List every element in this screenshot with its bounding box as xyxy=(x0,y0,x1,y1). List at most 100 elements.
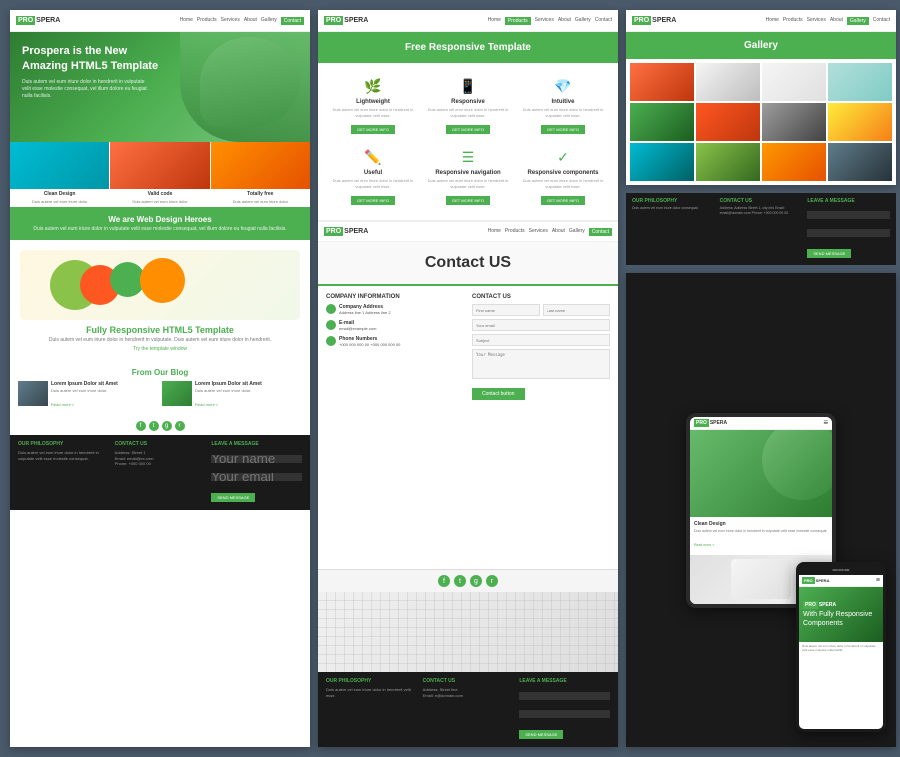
green-banner-sub: Duis autem vel eum iriure dolor in vulpu… xyxy=(18,226,302,232)
gal-nav-products[interactable]: Products xyxy=(783,17,803,25)
feat-img-orange xyxy=(211,142,310,189)
col2-footer-send-btn[interactable]: SEND MESSAGE xyxy=(519,730,563,739)
email-item: E-mail email@example.com xyxy=(326,320,464,332)
responsive-btn[interactable]: GET MORE INFO xyxy=(446,125,490,134)
social-icon-r[interactable]: r xyxy=(175,421,185,431)
col2-contact-navbar: PRO SPERA Home Products Services About G… xyxy=(318,220,618,242)
gal-nav-gallery[interactable]: Gallery xyxy=(847,17,869,25)
col2c-nav-products[interactable]: Products xyxy=(505,228,525,236)
blog-title-blog: Blog xyxy=(170,368,188,377)
green-banner: We are Web Design Heroes Duis autem vel … xyxy=(10,207,310,240)
col2-nav-home[interactable]: Home xyxy=(488,17,501,25)
feature-lightweight: 🌿 Lightweight Duis autem vel eum iriure … xyxy=(326,71,420,141)
lightweight-btn[interactable]: GET MORE INFO xyxy=(351,125,395,134)
responsive-nav-btn[interactable]: GET MORE INFO xyxy=(446,196,490,205)
gal-nav-home[interactable]: Home xyxy=(766,17,779,25)
feat-label-1: Clean Design xyxy=(10,189,109,199)
gallery-img-5[interactable] xyxy=(630,103,694,141)
gallery-img-1[interactable] xyxy=(630,63,694,101)
col2-nav-gallery[interactable]: Gallery xyxy=(575,17,591,25)
nav-products[interactable]: Products xyxy=(197,17,217,25)
nav-contact[interactable]: Contact xyxy=(281,17,304,25)
feature-responsive: 📱 Responsive Duis autem vel eum iriure d… xyxy=(421,71,515,141)
gal-nav-services[interactable]: Services xyxy=(807,17,826,25)
gal-nav-contact[interactable]: Contact xyxy=(873,17,890,25)
col2-footer-name[interactable] xyxy=(519,692,610,700)
feat-label-3: Totally free xyxy=(211,189,310,199)
gallery-img-4[interactable] xyxy=(828,63,892,101)
phone-hero-text: With Fully Responsive Components xyxy=(803,611,879,628)
col2-nav-services[interactable]: Services xyxy=(535,17,554,25)
gallery-img-7[interactable] xyxy=(762,103,826,141)
gallery-logo-pro: PRO xyxy=(632,16,651,25)
submit-btn[interactable]: Contact button xyxy=(472,388,525,400)
gallery-img-8[interactable] xyxy=(828,103,892,141)
col2-top-navbar: PRO SPERA Home Products Services About G… xyxy=(318,10,618,32)
email-text-block: E-mail email@example.com xyxy=(339,320,376,332)
blog-title-from: From Our xyxy=(132,368,171,377)
tablet-read-more[interactable]: Read more > xyxy=(694,543,714,547)
nav-about[interactable]: About xyxy=(244,17,257,25)
try-link[interactable]: Try the template window xyxy=(20,346,300,352)
gallery-img-6[interactable] xyxy=(696,103,760,141)
first-name-input[interactable] xyxy=(472,304,540,316)
feat-totally-free: Totally free Duis autem vel eum iriure d… xyxy=(211,142,310,207)
blog-thumb-2 xyxy=(162,381,192,406)
footer-send-btn[interactable]: SEND MESSAGE xyxy=(211,493,255,502)
feature-responsive-comp: ✓ Responsive components Duis autem vel e… xyxy=(516,142,610,212)
nav-home[interactable]: Home xyxy=(180,17,193,25)
col2c-nav-gallery[interactable]: Gallery xyxy=(569,228,585,236)
col2c-nav-home[interactable]: Home xyxy=(488,228,501,236)
email-input[interactable] xyxy=(472,319,610,331)
contact-social-f[interactable]: f xyxy=(438,575,450,587)
col2-contact-logo-pro: PRO xyxy=(324,227,343,236)
nav-gallery[interactable]: Gallery xyxy=(261,17,277,25)
nav-services[interactable]: Services xyxy=(221,17,240,25)
social-icon-g[interactable]: g xyxy=(162,421,172,431)
gallery-img-3[interactable] xyxy=(762,63,826,101)
intuitive-icon: 💎 xyxy=(553,76,573,96)
gallery-img-12[interactable] xyxy=(828,143,892,181)
message-textarea[interactable] xyxy=(472,349,610,379)
subject-input[interactable] xyxy=(472,334,610,346)
gallery-img-9[interactable] xyxy=(630,143,694,181)
hamburger-icon[interactable]: ≡ xyxy=(823,418,828,427)
contact-social-g[interactable]: g xyxy=(470,575,482,587)
social-icon-f[interactable]: f xyxy=(136,421,146,431)
woman-placeholder xyxy=(731,559,791,599)
gallery-header: Gallery xyxy=(626,32,896,59)
col2-nav-products[interactable]: Products xyxy=(505,17,531,25)
gallery-img-2[interactable] xyxy=(696,63,760,101)
col2-nav-about[interactable]: About xyxy=(558,17,571,25)
col2c-nav-contact[interactable]: Contact xyxy=(589,228,612,236)
col2-footer-message-title: LEAVE A MESSAGE xyxy=(519,678,610,684)
lightweight-icon: 🌿 xyxy=(363,76,383,96)
gallery-img-10[interactable] xyxy=(696,143,760,181)
phil-name-input[interactable] xyxy=(807,211,890,219)
phone-hamburger-icon[interactable]: ≡ xyxy=(876,577,880,584)
gal-nav-about[interactable]: About xyxy=(830,17,843,25)
social-icon-t[interactable]: t xyxy=(149,421,159,431)
col2c-nav-services[interactable]: Services xyxy=(529,228,548,236)
intuitive-btn[interactable]: GET MORE INFO xyxy=(541,125,585,134)
useful-btn[interactable]: GET MORE INFO xyxy=(351,196,395,205)
col2c-nav-about[interactable]: About xyxy=(552,228,565,236)
read-more-2[interactable]: Read more > xyxy=(195,402,218,407)
useful-title: Useful xyxy=(331,170,415,176)
responsive-title: Responsive xyxy=(426,99,510,105)
tablet-content-title: Clean Design xyxy=(694,521,828,527)
contact-social-t[interactable]: t xyxy=(454,575,466,587)
phil-send-btn[interactable]: SEND MESSAGE xyxy=(807,249,851,258)
last-name-input[interactable] xyxy=(543,304,611,316)
phil-email-input[interactable] xyxy=(807,229,890,237)
col2-footer-email[interactable] xyxy=(519,710,610,718)
col2-nav-contact[interactable]: Contact xyxy=(595,17,612,25)
footer-email-input[interactable] xyxy=(211,473,302,481)
read-more-1[interactable]: Read more > xyxy=(51,402,74,407)
gallery-img-11[interactable] xyxy=(762,143,826,181)
responsive-comp-btn[interactable]: GET MORE INFO xyxy=(541,196,585,205)
footer-philosophy-text: Duis autem vel eum iriure dolor in hendr… xyxy=(18,450,109,461)
footer-name-input[interactable] xyxy=(211,455,302,463)
contact-social-r[interactable]: r xyxy=(486,575,498,587)
phone-screen: PRO SPERA ≡ PRO SPERA With Fully Respons… xyxy=(799,575,883,729)
